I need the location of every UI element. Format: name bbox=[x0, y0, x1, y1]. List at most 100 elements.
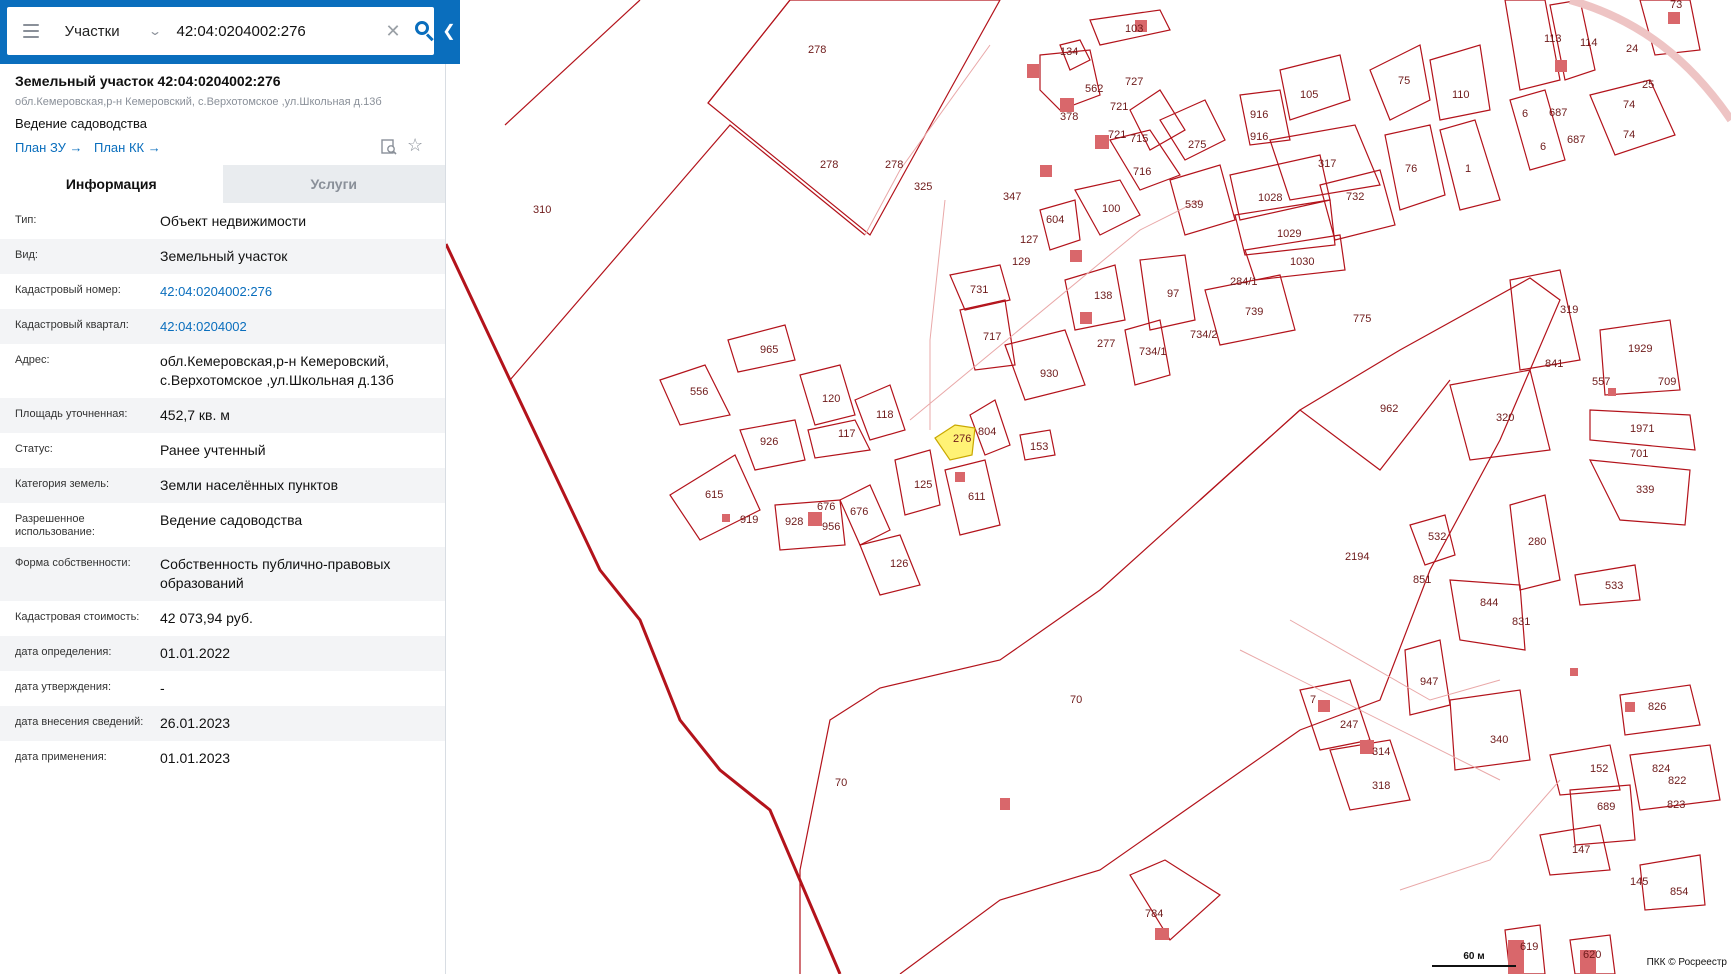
parcel-label: 275 bbox=[1188, 139, 1206, 151]
parcel-label: 831 bbox=[1512, 616, 1530, 628]
parcel-label: 930 bbox=[1040, 368, 1058, 380]
boundary-line bbox=[444, 243, 842, 974]
info-label: Разрешенное использование: bbox=[15, 513, 95, 538]
info-row: Кадастровый номер: 42:04:0204002:276 bbox=[0, 274, 445, 309]
search-box: Участки ⌄ ✕ bbox=[7, 7, 434, 55]
info-label: Форма собственности: bbox=[15, 557, 131, 569]
info-value: - bbox=[160, 680, 165, 696]
parcel-label: 775 bbox=[1353, 313, 1371, 325]
info-row: Кадастровый квартал: 42:04:0204002 bbox=[0, 309, 445, 344]
parcel-label: 284/1 bbox=[1230, 276, 1258, 288]
parcel-label: 76 bbox=[1405, 163, 1417, 175]
parcel-label: 715 bbox=[1130, 133, 1148, 145]
search-icon[interactable] bbox=[413, 20, 434, 42]
building bbox=[1625, 702, 1635, 712]
parcel-label: 25 bbox=[1642, 79, 1654, 91]
parcel-label: 1030 bbox=[1290, 256, 1314, 268]
star-icon[interactable]: ☆ bbox=[407, 136, 423, 154]
plan-kk-link[interactable]: План КК → bbox=[94, 140, 161, 155]
parcel-319 bbox=[1509, 269, 1581, 371]
parcel-label: 310 bbox=[533, 204, 551, 216]
info-row: дата применения: 01.01.2023 bbox=[0, 741, 445, 776]
parcel-label: 701 bbox=[1630, 448, 1648, 460]
parcel-label: 319 bbox=[1560, 304, 1578, 316]
object-type-select[interactable]: Участки bbox=[65, 23, 145, 40]
parcel-label: 1 bbox=[1465, 163, 1471, 175]
road-line bbox=[1399, 779, 1561, 891]
parcel-label: 731 bbox=[970, 284, 988, 296]
building bbox=[1318, 700, 1330, 712]
info-label: Кадастровый квартал: bbox=[15, 319, 129, 331]
parcel-label: 6 bbox=[1540, 141, 1546, 153]
chevron-down-icon[interactable]: ⌄ bbox=[148, 24, 162, 38]
preview-icon[interactable] bbox=[381, 139, 397, 155]
info-value: Земли населённых пунктов bbox=[160, 477, 339, 493]
parcel-label: 687 bbox=[1567, 134, 1585, 146]
building bbox=[1060, 98, 1074, 112]
clear-icon[interactable]: ✕ bbox=[385, 22, 400, 40]
info-row: Тип: Объект недвижимости bbox=[0, 204, 445, 239]
search-input[interactable] bbox=[176, 22, 376, 40]
parcel-label: 965 bbox=[760, 344, 778, 356]
parcel-label: 826 bbox=[1648, 701, 1666, 713]
parcel-label: 734/1 bbox=[1139, 346, 1167, 358]
parcel-label: 611 bbox=[968, 491, 986, 503]
parcel-label: 620 bbox=[1583, 949, 1601, 961]
info-value: 42 073,94 руб. bbox=[160, 610, 253, 626]
parcel-label: 117 bbox=[838, 428, 856, 440]
parcel-784 bbox=[1129, 859, 1221, 941]
parcel-label: 153 bbox=[1030, 441, 1048, 453]
parcel-label: 947 bbox=[1420, 676, 1438, 688]
parcel-label: 118 bbox=[876, 409, 894, 421]
parcel-label: 928 bbox=[785, 516, 803, 528]
parcel-label: 823 bbox=[1667, 799, 1685, 811]
info-label: Вид: bbox=[15, 249, 38, 261]
parcel-label: 844 bbox=[1480, 597, 1498, 609]
object-title: Земельный участок 42:04:0204002:276 bbox=[15, 73, 281, 89]
menu-icon[interactable] bbox=[23, 24, 39, 38]
info-value-link[interactable]: 42:04:0204002 bbox=[160, 317, 430, 336]
parcel-label: 317 bbox=[1318, 158, 1336, 170]
tab-information[interactable]: Информация bbox=[0, 165, 223, 203]
parcel-label: 339 bbox=[1636, 484, 1654, 496]
parcel-label: 105 bbox=[1300, 89, 1318, 101]
parcel-label: 916 bbox=[1250, 109, 1268, 121]
parcel-278 bbox=[504, 0, 641, 126]
parcel-label: 804 bbox=[978, 426, 996, 438]
plan-zu-link[interactable]: План ЗУ → bbox=[15, 140, 83, 155]
info-row: Категория земель: Земли населённых пункто… bbox=[0, 468, 445, 503]
info-value: Ранее учтенный bbox=[160, 442, 266, 458]
parcel-label: 926 bbox=[760, 436, 778, 448]
info-value: Объект недвижимости bbox=[160, 213, 307, 229]
parcel-label: 676 bbox=[817, 501, 835, 513]
parcel-label: 1028 bbox=[1258, 192, 1282, 204]
building bbox=[1608, 388, 1616, 396]
info-row: Форма собственности: Собственность публич… bbox=[0, 547, 445, 601]
info-table: Тип: Объект недвижимости Вид: Земельный уча… bbox=[0, 204, 445, 776]
parcel-label: 129 bbox=[1012, 256, 1030, 268]
parcel-label: 97 bbox=[1167, 288, 1179, 300]
parcel-label: 110 bbox=[1452, 89, 1470, 101]
parcel-label: 280 bbox=[1528, 536, 1546, 548]
parcel-label: 822 bbox=[1668, 775, 1686, 787]
parcel-label: 716 bbox=[1133, 166, 1151, 178]
parcel-label: 73 bbox=[1670, 0, 1682, 11]
parcel-310 bbox=[509, 124, 866, 381]
parcel-6 bbox=[1509, 89, 1566, 171]
collapse-panel-icon[interactable]: ❮ bbox=[438, 20, 460, 44]
parcel-label: 734/2 bbox=[1190, 329, 1218, 341]
info-value: Ведение садоводства bbox=[160, 512, 303, 528]
object-use: Ведение садоводства bbox=[15, 116, 147, 131]
parcel-label: 145 bbox=[1630, 876, 1648, 888]
building bbox=[1000, 798, 1010, 810]
parcel-label: 70 bbox=[835, 777, 847, 789]
info-label: дата утверждения: bbox=[15, 681, 112, 693]
parcel-label: 314 bbox=[1372, 746, 1390, 758]
parcel-label: 556 bbox=[690, 386, 708, 398]
parcel-1028 bbox=[1229, 154, 1331, 221]
tab-services[interactable]: Услуги bbox=[222, 165, 445, 203]
parcel-label: 120 bbox=[822, 393, 840, 405]
info-value-link[interactable]: 42:04:0204002:276 bbox=[160, 282, 430, 301]
parcel-854 bbox=[1639, 854, 1706, 911]
info-label: дата определения: bbox=[15, 646, 112, 658]
